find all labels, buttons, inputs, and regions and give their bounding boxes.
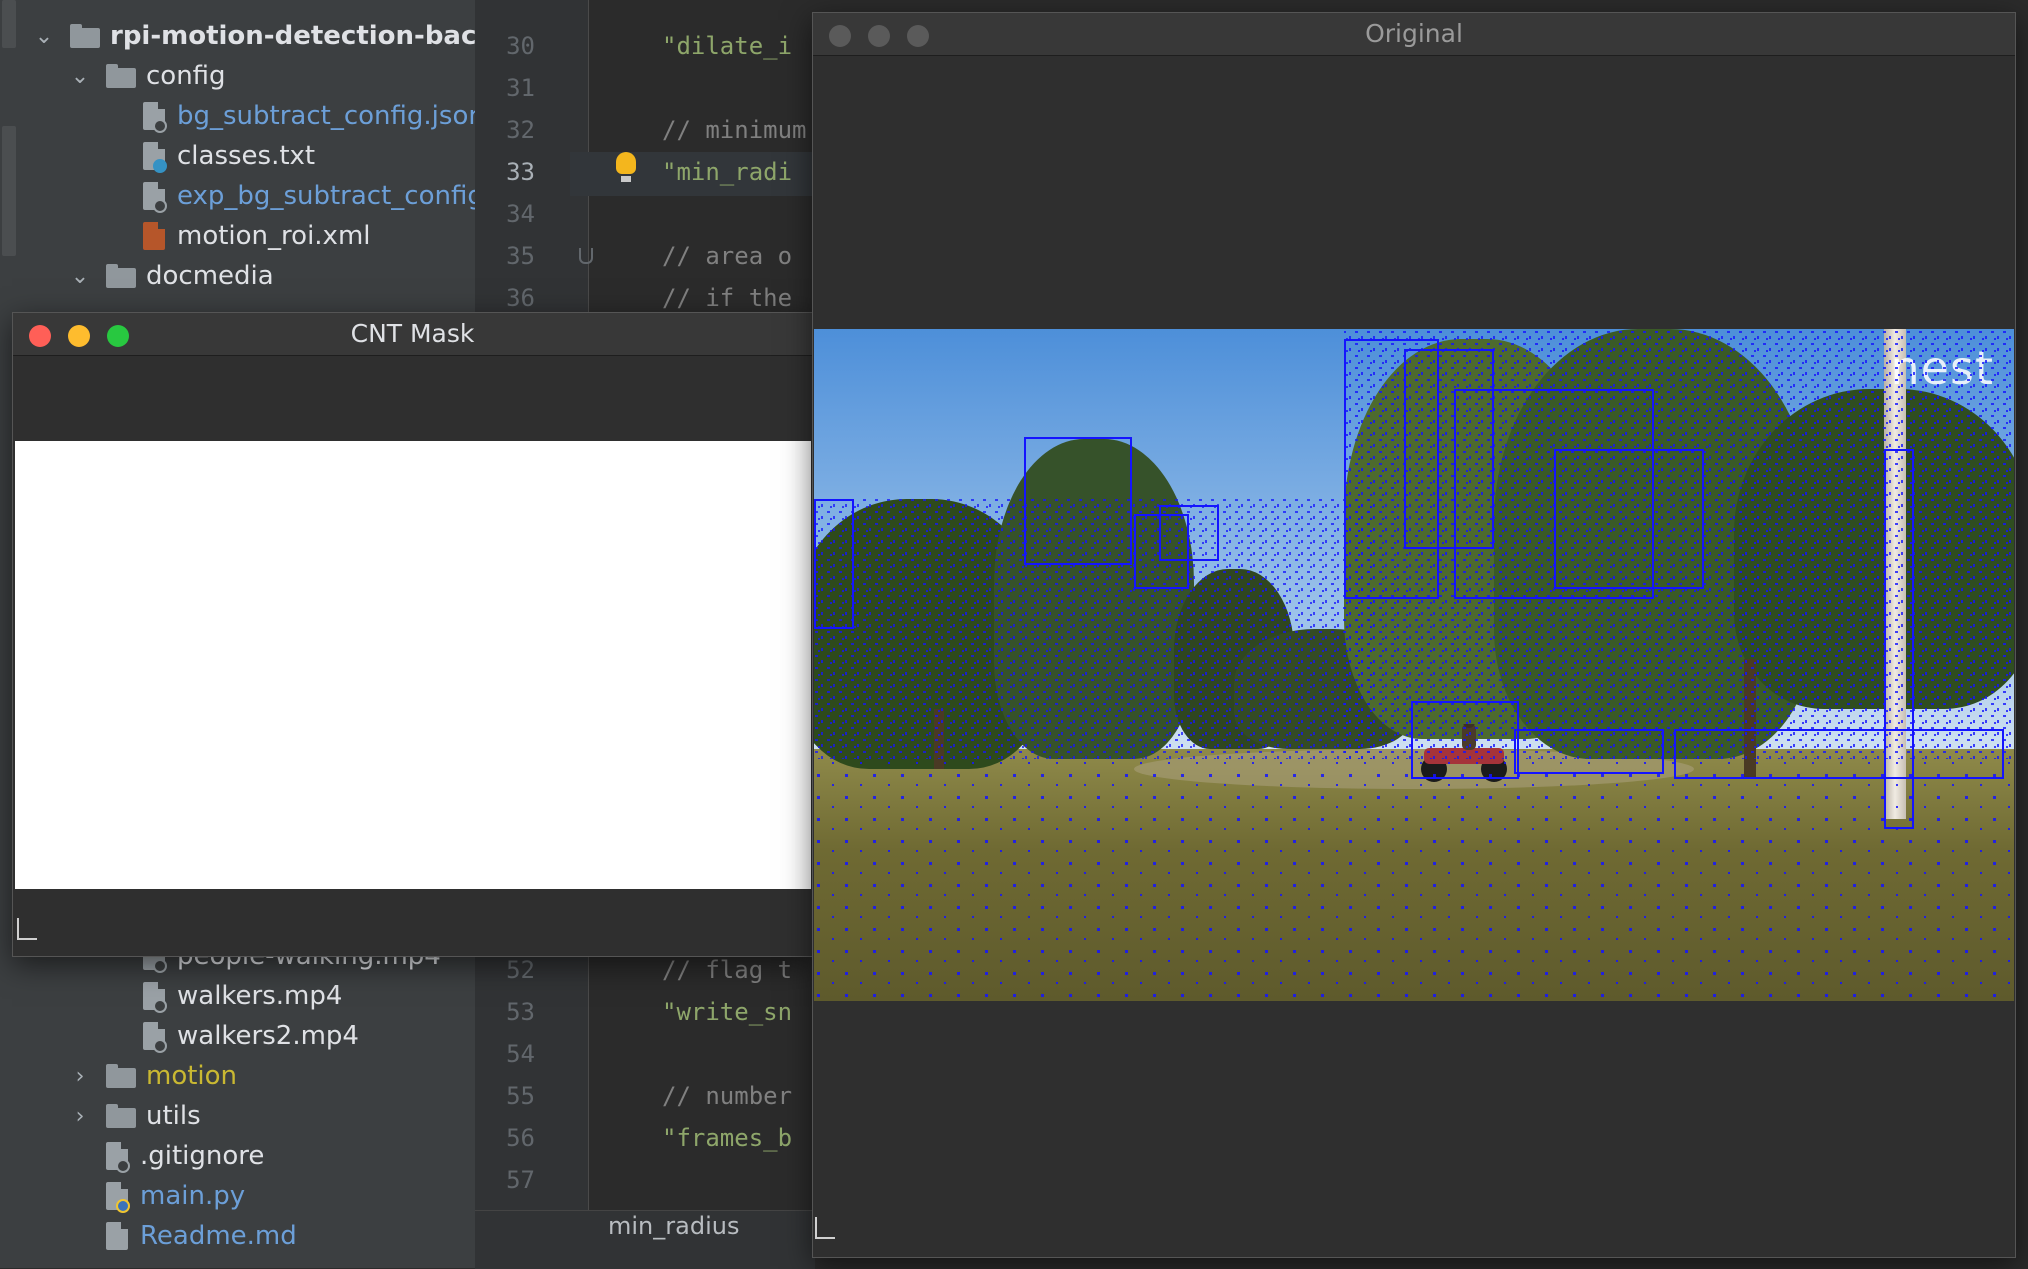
tree-item-label: utils: [146, 1101, 201, 1131]
code-line[interactable]: // flag t: [662, 956, 792, 984]
chevron-right-icon[interactable]: ›: [68, 1104, 92, 1129]
code-line[interactable]: "dilate_i: [662, 32, 792, 60]
tree-item-main-py[interactable]: main.py: [106, 1177, 245, 1215]
original-window[interactable]: Original nest: [812, 12, 2016, 1258]
line-number: 57: [506, 1166, 535, 1194]
video-file-icon: [143, 982, 167, 1013]
resize-corner-icon[interactable]: [815, 1217, 835, 1239]
code-line[interactable]: // number: [662, 1082, 792, 1110]
code-line[interactable]: "frames_b: [662, 1124, 792, 1152]
tree-item-readme[interactable]: Readme.md: [106, 1217, 297, 1255]
chevron-down-icon[interactable]: ⌄: [32, 24, 56, 49]
tree-item-config[interactable]: ⌄ config: [68, 57, 226, 95]
folder-icon: [106, 264, 136, 288]
tree-item-label: docmedia: [146, 261, 274, 291]
line-number: 54: [506, 1040, 535, 1068]
video-file-icon: [143, 1022, 167, 1053]
line-number: 56: [506, 1124, 535, 1152]
line-number: 35: [506, 242, 535, 270]
tree-item-walkers2[interactable]: walkers2.mp4: [143, 1017, 359, 1055]
tree-item-utils[interactable]: › utils: [68, 1097, 201, 1135]
project-tool-tab[interactable]: [2, 0, 16, 48]
tree-item-motion[interactable]: › motion: [68, 1057, 237, 1095]
mask-image: [15, 441, 811, 889]
lightbulb-base: [621, 176, 631, 182]
tree-item-label: exp_bg_subtract_config: [177, 181, 475, 211]
folder-icon: [70, 24, 100, 48]
python-file-icon: [106, 1182, 130, 1213]
chevron-down-icon[interactable]: ⌄: [68, 264, 92, 289]
tree-item-walkers[interactable]: walkers.mp4: [143, 977, 342, 1015]
line-number: 31: [506, 74, 535, 102]
folder-icon: [106, 1104, 136, 1128]
tree-item-label: Readme.md: [140, 1221, 297, 1251]
tree-item-label: motion: [146, 1061, 238, 1091]
line-number: 30: [506, 32, 535, 60]
chevron-right-icon[interactable]: ›: [68, 1064, 92, 1089]
lightbulb-icon[interactable]: [616, 152, 636, 174]
tree-item-label: bg_subtract_config.json: [177, 101, 475, 131]
chevron-down-icon[interactable]: ⌄: [68, 64, 92, 89]
line-number: 53: [506, 998, 535, 1026]
breadcrumb-item[interactable]: min_radius: [608, 1212, 739, 1240]
line-number: 52: [506, 956, 535, 984]
tree-item-classes[interactable]: classes.txt: [143, 137, 315, 175]
window-titlebar[interactable]: CNT Mask: [13, 313, 812, 356]
code-line[interactable]: "min_radi: [662, 158, 792, 186]
code-line[interactable]: // area o: [662, 242, 792, 270]
line-number: 36: [506, 284, 535, 312]
line-number: 34: [506, 200, 535, 228]
structure-tool-tab[interactable]: [2, 126, 16, 256]
markdown-file-icon: [106, 1222, 128, 1250]
json-file-icon: [143, 182, 167, 213]
code-line[interactable]: // if the: [662, 284, 792, 312]
line-number: 55: [506, 1082, 535, 1110]
xml-file-icon: [143, 222, 165, 250]
folder-icon: [106, 64, 136, 88]
tree-item-exp-bg-subtract-config[interactable]: exp_bg_subtract_config: [143, 177, 475, 215]
window-title: Original: [1365, 19, 1463, 48]
gitignore-file-icon: [106, 1142, 130, 1173]
resize-corner-icon[interactable]: [17, 918, 37, 940]
tree-item-label: main.py: [140, 1181, 246, 1211]
line-number: 32: [506, 116, 535, 144]
code-line[interactable]: // minimum: [662, 116, 807, 144]
window-title: CNT Mask: [350, 319, 475, 348]
tree-item-label: .gitignore: [140, 1141, 265, 1171]
fold-icon[interactable]: [579, 248, 593, 264]
line-number-current: 33: [506, 158, 535, 186]
tree-item-label: classes.txt: [177, 141, 316, 171]
detection-noise-overlay: [814, 329, 2014, 1001]
folder-icon: [106, 1064, 136, 1088]
tree-item-label: walkers.mp4: [177, 981, 343, 1011]
code-line[interactable]: "write_sn: [662, 998, 792, 1026]
tree-item-label: config: [146, 61, 226, 91]
text-file-icon: [143, 142, 167, 173]
cnt-mask-window[interactable]: CNT Mask: [12, 312, 813, 957]
tree-item-docmedia[interactable]: ⌄ docmedia: [68, 257, 274, 295]
tree-item-motion-roi[interactable]: motion_roi.xml: [143, 217, 371, 255]
window-titlebar[interactable]: Original: [813, 13, 2015, 56]
tree-item-label: walkers2.mp4: [177, 1021, 359, 1051]
tree-item-project-root[interactable]: ⌄ rpi-motion-detection-backg: [32, 17, 475, 55]
tree-item-label: motion_roi.xml: [177, 221, 371, 251]
json-file-icon: [143, 102, 167, 133]
video-frame: nest: [814, 329, 2014, 1001]
tree-item-label: rpi-motion-detection-backg: [110, 21, 475, 51]
tree-item-bg-subtract-config[interactable]: bg_subtract_config.json: [143, 97, 475, 135]
tree-item-gitignore[interactable]: .gitignore: [106, 1137, 264, 1175]
